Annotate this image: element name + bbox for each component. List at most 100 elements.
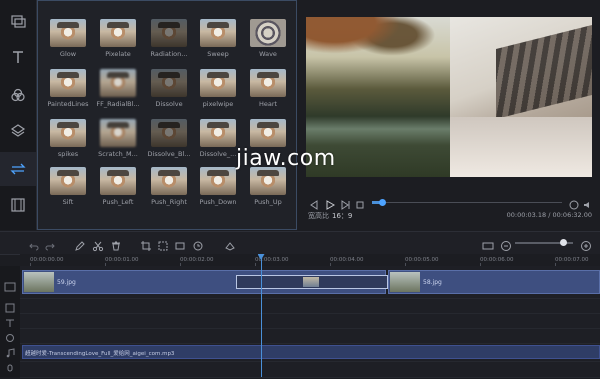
ruler-tick-label: 00:00:00.00 xyxy=(30,257,64,263)
video-track-toggle[interactable] xyxy=(4,278,16,292)
transition-item[interactable]: Pixelate xyxy=(92,19,144,58)
transition-item[interactable]: pixelwipe xyxy=(192,69,244,108)
mosaic-button[interactable] xyxy=(157,237,169,251)
transition-label: pixelwipe xyxy=(202,100,234,108)
duration-button[interactable] xyxy=(192,237,204,251)
transition-thumbnail xyxy=(100,19,136,47)
audio-track: 超越时爱-TranscendingLove_Full_爱给网_aigei_com… xyxy=(20,343,600,362)
transition-block[interactable] xyxy=(236,275,388,289)
transition-thumbnail xyxy=(50,69,86,97)
transition-thumbnail xyxy=(303,277,319,287)
dog-hat-graphic xyxy=(158,170,180,176)
transition-label: Radiation... xyxy=(150,50,188,58)
progress-knob[interactable] xyxy=(378,199,386,206)
overlay-tool[interactable] xyxy=(0,114,36,148)
transition-item[interactable]: Push_Right xyxy=(143,167,195,206)
text-track-toggle[interactable] xyxy=(4,314,16,327)
redo-button[interactable] xyxy=(44,237,56,251)
filter-track-toggle[interactable] xyxy=(4,329,16,342)
voice-track-toggle[interactable] xyxy=(4,360,16,372)
transition-label: Sift xyxy=(62,198,74,206)
zoom-slider[interactable] xyxy=(515,239,573,246)
transition-item[interactable]: Push_Left xyxy=(92,167,144,206)
layers-tool[interactable] xyxy=(0,4,36,38)
transition-item[interactable]: Wave xyxy=(242,19,294,58)
next-frame-button[interactable] xyxy=(339,196,351,210)
film-frame-icon xyxy=(175,242,185,250)
clock-icon xyxy=(193,241,203,251)
transition-item[interactable]: Dissolve_Bl... xyxy=(143,119,195,158)
transition-item[interactable]: Dissolve xyxy=(143,69,195,108)
aspect-ratio: 宽高比 16：9 xyxy=(308,211,352,221)
crop-button[interactable] xyxy=(140,237,152,251)
transition-item[interactable]: Scratch_M... xyxy=(92,119,144,158)
transition-item[interactable]: Heart xyxy=(242,69,294,108)
transition-item[interactable]: Radiation... xyxy=(143,19,195,58)
split-button[interactable] xyxy=(92,237,104,252)
pip-track-toggle[interactable] xyxy=(4,299,16,313)
transition-thumbnail xyxy=(200,19,236,47)
mic-icon xyxy=(7,364,13,372)
trash-icon xyxy=(112,241,120,251)
delete-button[interactable] xyxy=(110,237,122,251)
transition-thumbnail xyxy=(200,119,236,147)
snapshot-button[interactable] xyxy=(568,196,580,210)
current-time: 00:00:03.18 xyxy=(506,211,547,219)
transition-item[interactable]: Push_Down xyxy=(192,167,244,206)
zoom-out-button[interactable] xyxy=(500,237,512,251)
audio-track-toggle[interactable] xyxy=(4,344,16,358)
transition-thumbnail xyxy=(151,69,187,97)
color-button[interactable] xyxy=(224,237,236,251)
transition-item[interactable]: Sift xyxy=(42,167,94,206)
transition-item[interactable]: Glow xyxy=(42,19,94,58)
paint-icon xyxy=(225,242,235,251)
watermark: jiaw.com xyxy=(236,146,336,171)
dog-hat-graphic xyxy=(257,72,279,78)
zoom-knob[interactable] xyxy=(559,239,567,246)
transition-thumbnail xyxy=(250,167,286,195)
transition-tool[interactable] xyxy=(0,152,36,186)
transition-item[interactable]: FF_RadialBl... xyxy=(92,69,144,108)
timeline-ruler[interactable]: 00:00:00.00 00:00:01.00 00:00:02.00 00:00:0… xyxy=(20,254,600,266)
dog-hat-graphic xyxy=(207,22,229,28)
dog-hat-graphic xyxy=(107,72,129,78)
ruler-tick-label: 00:00:02.00 xyxy=(180,257,214,263)
fit-timeline-button[interactable] xyxy=(482,237,494,250)
filter-icon xyxy=(11,88,25,102)
transition-thumbnail xyxy=(200,69,236,97)
transition-item[interactable]: PaintedLines xyxy=(42,69,94,108)
dog-hat-graphic xyxy=(107,122,129,128)
video-track-icon xyxy=(4,282,16,292)
transition-label: spikes xyxy=(57,150,79,158)
volume-button[interactable] xyxy=(582,196,594,208)
filter-tool[interactable] xyxy=(0,78,36,112)
clip-58[interactable]: 58.jpg xyxy=(388,270,600,294)
undo-icon xyxy=(29,243,39,251)
undo-button[interactable] xyxy=(28,237,40,251)
aspect-value[interactable]: 16：9 xyxy=(332,212,352,220)
crop-icon xyxy=(141,241,151,251)
mosaic-icon xyxy=(158,241,168,251)
playhead[interactable] xyxy=(260,258,262,377)
transition-item[interactable]: spikes xyxy=(42,119,94,158)
film-tool[interactable] xyxy=(0,188,36,222)
clip-label: 58.jpg xyxy=(423,279,442,286)
text-tool[interactable] xyxy=(0,40,36,74)
transition-thumbnail xyxy=(151,119,187,147)
timecode: 00:00:03.18 / 00:06:32.00 xyxy=(506,211,592,219)
edit-button[interactable] xyxy=(74,237,86,251)
transition-label: Push_Down xyxy=(199,198,237,206)
zoom-in-button[interactable] xyxy=(580,237,592,251)
progress-bar[interactable] xyxy=(372,199,562,206)
transition-label: Push_Left xyxy=(102,198,134,206)
play-button[interactable] xyxy=(324,196,336,210)
prev-frame-button[interactable] xyxy=(308,196,320,210)
clip-label: 59.jpg xyxy=(57,279,76,286)
stop-button[interactable] xyxy=(354,196,366,209)
audio-clip[interactable]: 超越时爱-TranscendingLove_Full_爱给网_aigei_com… xyxy=(22,345,600,359)
voice-track xyxy=(20,361,600,378)
freeze-button[interactable] xyxy=(174,237,186,250)
transition-item[interactable]: Push_Up xyxy=(242,167,294,206)
transition-item[interactable]: Sweep xyxy=(192,19,244,58)
transition-label: Dissolve_Bl... xyxy=(147,150,191,158)
